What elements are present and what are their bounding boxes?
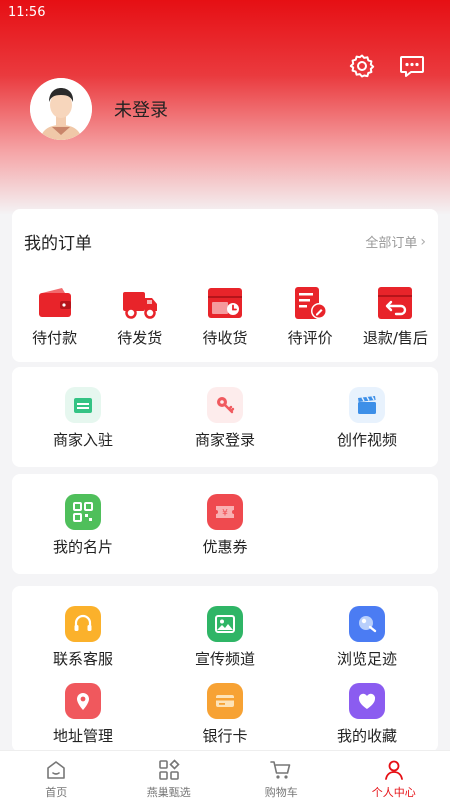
status-time: 11:56 [8,5,46,20]
bank-card-label: 银行卡 [202,727,248,745]
order-item-label: 待评价 [287,329,333,347]
order-pending-payment[interactable]: 待付款 [12,284,97,348]
profile-section[interactable]: 未登录 [30,78,168,140]
order-item-label: 待发货 [117,329,163,347]
my-business-card-label: 我的名片 [52,538,113,556]
browse-history[interactable]: 浏览足迹 [296,606,438,669]
tab-label: 首页 [45,786,68,799]
promo-channel[interactable]: 宣传频道 [154,606,296,669]
bottom-tab-bar: 首页 燕巢甄选 购物车 个人中心 [0,750,450,800]
category-icon [158,759,180,780]
clapper-icon [349,387,385,423]
bankcard-icon [207,683,243,719]
merchant-login[interactable]: 商家登录 [154,387,296,450]
address-management[interactable]: 地址管理 [12,683,154,746]
svg-text:¥: ¥ [222,509,228,519]
merchant-join[interactable]: 商家入驻 [12,387,154,450]
all-orders-link[interactable]: 全部订单 › [365,232,426,252]
cards-card: 我的名片 ¥ 优惠券 [12,474,438,574]
avatar-icon [30,78,92,140]
coupons[interactable]: ¥ 优惠券 [154,494,296,557]
order-pending-receipt[interactable]: 待收货 [182,284,267,348]
truck-icon [122,292,157,319]
orders-title: 我的订单 [24,234,92,254]
my-business-card[interactable]: 我的名片 [12,494,154,557]
tab-personal-center[interactable]: 个人中心 [338,751,450,800]
tab-home[interactable]: 首页 [0,751,113,800]
order-item-label: 退款/售后 [362,329,428,347]
refund-icon [378,287,413,319]
tab-label: 个人中心 [371,786,416,799]
contact-service[interactable]: 联系客服 [12,606,154,669]
merchant-card: 商家入驻 商家登录 创作视频 [12,367,438,467]
review-icon [295,287,328,319]
footprint-icon [349,606,385,642]
coupons-label: 优惠券 [202,538,248,556]
message-icon[interactable] [398,52,426,80]
wallet-icon [38,288,71,317]
all-orders-label: 全部订单 [365,236,418,251]
create-video[interactable]: 创作视频 [296,387,438,450]
order-item-label: 待收货 [202,329,248,347]
header-actions [348,52,426,80]
bank-card[interactable]: 银行卡 [154,683,296,746]
key-icon [207,387,243,423]
browse-history-label: 浏览足迹 [336,650,397,668]
avatar[interactable] [30,78,92,140]
person-icon [384,760,403,780]
image-icon [207,606,243,642]
gear-icon[interactable] [348,52,376,80]
order-pending-review[interactable]: 待评价 [268,284,353,348]
address-management-label: 地址管理 [52,727,113,745]
qrcode-icon [65,494,101,530]
contact-service-label: 联系客服 [52,650,113,668]
merchant-join-label: 商家入驻 [52,431,113,449]
order-pending-shipment[interactable]: 待发货 [97,284,182,348]
services-card: 联系客服 宣传频道 浏览足迹 地址管理 银行卡 我的收藏 [12,586,438,752]
home-icon [47,761,66,779]
tab-label: 燕巢甄选 [146,786,191,799]
order-item-label: 待付款 [32,329,78,347]
heart-icon [349,683,385,719]
location-icon [65,683,101,719]
create-video-label: 创作视频 [336,431,397,449]
tab-label: 购物车 [264,786,298,799]
orders-card: 我的订单 全部订单 › 待付款 待发货 待收货 待评价 退款/售后 [12,209,438,362]
my-favorites[interactable]: 我的收藏 [296,683,438,746]
my-favorites-label: 我的收藏 [336,727,397,745]
order-refund[interactable]: 退款/售后 [353,284,438,348]
tab-selection[interactable]: 燕巢甄选 [113,751,226,800]
headset-icon [65,606,101,642]
login-status[interactable]: 未登录 [114,96,168,122]
coupon-icon: ¥ [207,494,243,530]
tab-cart[interactable]: 购物车 [225,751,338,800]
cart-icon [270,761,291,779]
chevron-right-icon: › [420,233,426,250]
receive-icon [207,288,242,318]
shop-icon [65,387,101,423]
merchant-login-label: 商家登录 [194,431,255,449]
promo-channel-label: 宣传频道 [194,650,255,668]
